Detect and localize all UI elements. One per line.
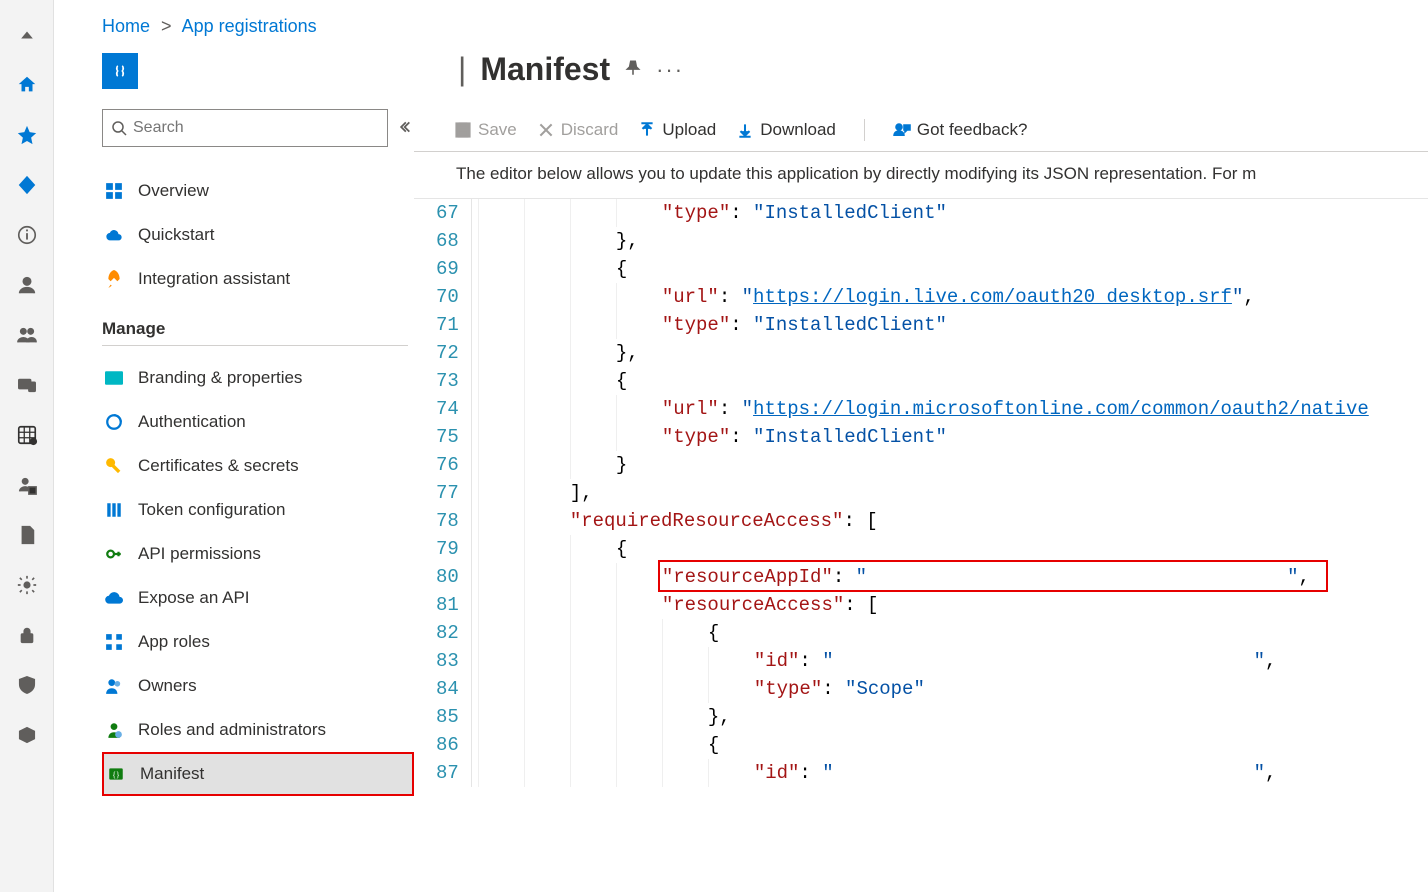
toolbar-separator: [864, 119, 865, 141]
nav-label: Token configuration: [138, 500, 285, 520]
overview-icon: [104, 181, 124, 201]
command-bar: Save Discard Upload Download Got fe: [414, 108, 1428, 152]
download-button[interactable]: Download: [736, 120, 836, 140]
nav-api-permissions[interactable]: API permissions: [102, 532, 414, 576]
nav-branding[interactable]: Branding & properties: [102, 356, 414, 400]
auth-icon: [104, 412, 124, 432]
rail-collapse-icon[interactable]: [0, 10, 54, 60]
nav-label: Certificates & secrets: [138, 456, 299, 476]
pin-icon[interactable]: [624, 59, 642, 80]
api-perm-icon: [104, 544, 124, 564]
lock-icon[interactable]: [0, 610, 54, 660]
rocket-icon: [104, 269, 124, 289]
owners-icon: [104, 676, 124, 696]
feedback-icon: [893, 121, 911, 139]
svg-text:{}: {}: [112, 770, 120, 779]
save-icon: [454, 121, 472, 139]
nav-label: Authentication: [138, 412, 246, 432]
nav-label: Branding & properties: [138, 368, 302, 388]
roles-admins-icon: [104, 720, 124, 740]
nav-authentication[interactable]: Authentication: [102, 400, 414, 444]
section-manage: Manage: [102, 319, 414, 339]
upload-icon: [638, 121, 656, 139]
diamond-icon[interactable]: [0, 160, 54, 210]
nav-expose-api[interactable]: Expose an API: [102, 576, 414, 620]
sidebar-search-input[interactable]: [133, 119, 379, 137]
nav-label: Expose an API: [138, 588, 250, 608]
shield-icon[interactable]: [0, 660, 54, 710]
nav-label: Integration assistant: [138, 269, 290, 289]
left-rail: [0, 0, 54, 892]
key-icon: [104, 456, 124, 476]
grid-app-icon[interactable]: [0, 410, 54, 460]
nav-label: API permissions: [138, 544, 261, 564]
more-icon[interactable]: ···: [656, 57, 684, 83]
nav-overview[interactable]: Overview: [102, 169, 414, 213]
app-badge-icon: [102, 53, 138, 89]
users-icon[interactable]: [0, 310, 54, 360]
gear-icon[interactable]: [0, 560, 54, 610]
nav-token-configuration[interactable]: Token configuration: [102, 488, 414, 532]
section-divider: [102, 345, 408, 346]
nav-owners[interactable]: Owners: [102, 664, 414, 708]
expose-icon: [104, 588, 124, 608]
devices-icon[interactable]: [0, 360, 54, 410]
resource-sidebar: Overview Quickstart Integration assistan…: [54, 41, 414, 892]
detail-pane: | Manifest ··· Save Discard Upload: [414, 41, 1428, 892]
sidebar-search[interactable]: [102, 109, 388, 147]
nav-label: Manifest: [140, 764, 204, 784]
info-icon[interactable]: [0, 210, 54, 260]
nav-integration-assistant[interactable]: Integration assistant: [102, 257, 414, 301]
nav-app-roles[interactable]: App roles: [102, 620, 414, 664]
person-box-icon[interactable]: [0, 460, 54, 510]
editor-description: The editor below allows you to update th…: [414, 164, 1428, 198]
breadcrumb-home[interactable]: Home: [102, 16, 150, 36]
save-label: Save: [478, 120, 517, 140]
upload-button[interactable]: Upload: [638, 120, 716, 140]
user-icon[interactable]: [0, 260, 54, 310]
discard-button[interactable]: Discard: [537, 120, 619, 140]
package-icon[interactable]: [0, 710, 54, 760]
editor-code[interactable]: "type": "InstalledClient"},{"url": "http…: [472, 199, 1428, 787]
nav-roles-admins[interactable]: Roles and administrators: [102, 708, 414, 752]
breadcrumb: Home > App registrations: [102, 0, 1428, 41]
page-title: Manifest: [480, 51, 610, 88]
save-button[interactable]: Save: [454, 120, 517, 140]
star-icon[interactable]: [0, 110, 54, 160]
discard-icon: [537, 121, 555, 139]
nav-label: Quickstart: [138, 225, 215, 245]
search-icon: [111, 120, 127, 136]
download-label: Download: [760, 120, 836, 140]
document-icon[interactable]: [0, 510, 54, 560]
title-prefix: |: [458, 51, 466, 88]
nav-label: Roles and administrators: [138, 720, 326, 740]
cloud-icon: [104, 225, 124, 245]
nav-manifest[interactable]: {} Manifest: [102, 752, 414, 796]
token-icon: [104, 500, 124, 520]
discard-label: Discard: [561, 120, 619, 140]
feedback-button[interactable]: Got feedback?: [893, 120, 1028, 140]
download-icon: [736, 121, 754, 139]
nav-quickstart[interactable]: Quickstart: [102, 213, 414, 257]
nav-label: App roles: [138, 632, 210, 652]
breadcrumb-section[interactable]: App registrations: [182, 16, 317, 36]
main-area: Home > App registrations Overv: [54, 0, 1428, 892]
sidebar-collapse-icon[interactable]: [400, 120, 414, 137]
upload-label: Upload: [662, 120, 716, 140]
manifest-icon: {}: [106, 764, 126, 784]
json-editor[interactable]: 6768697071727374757677787980818283848586…: [414, 198, 1428, 787]
branding-icon: [104, 368, 124, 388]
app-roles-icon: [104, 632, 124, 652]
nav-label: Owners: [138, 676, 197, 696]
home-icon[interactable]: [0, 60, 54, 110]
editor-gutter: 6768697071727374757677787980818283848586…: [414, 199, 472, 787]
nav-label: Overview: [138, 181, 209, 201]
feedback-label: Got feedback?: [917, 120, 1028, 140]
nav-certificates[interactable]: Certificates & secrets: [102, 444, 414, 488]
